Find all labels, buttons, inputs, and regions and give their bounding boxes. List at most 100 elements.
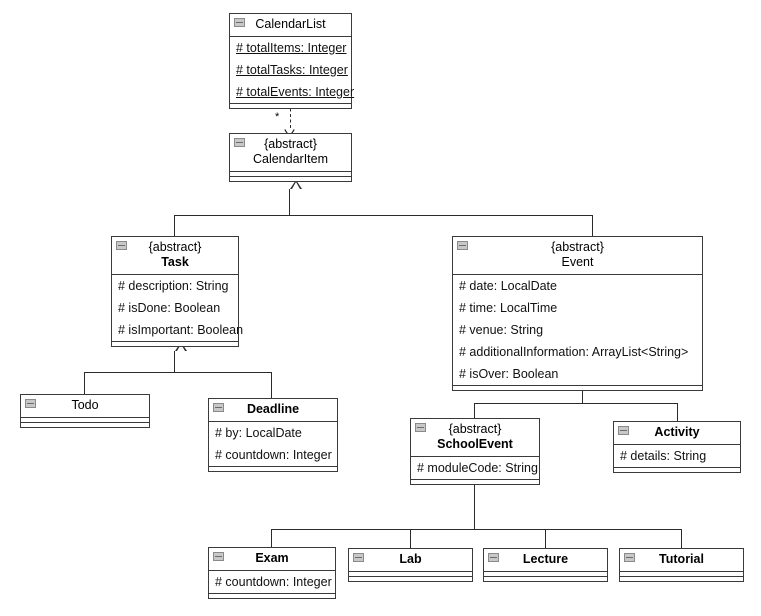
generalization-line-event-bus bbox=[474, 403, 678, 404]
class-name-label: SchoolEvent bbox=[437, 437, 513, 451]
class-attribute: # additionalInformation: ArrayList<Strin… bbox=[459, 345, 689, 359]
class-name-label: Event bbox=[561, 255, 594, 269]
class-icon bbox=[116, 241, 127, 250]
generalization-line-lab-drop bbox=[410, 529, 411, 548]
class-icon bbox=[415, 423, 426, 432]
class-methods-compartment bbox=[411, 479, 539, 484]
class-methods-compartment bbox=[614, 467, 740, 472]
class-attributes-task: # description: String # isDone: Boolean … bbox=[112, 274, 244, 341]
class-stereotype-label: {abstract} bbox=[448, 422, 502, 436]
class-icon bbox=[618, 426, 629, 435]
generalization-line-event-drop bbox=[592, 215, 593, 236]
class-attribute: # countdown: Integer bbox=[215, 448, 332, 462]
class-name-label: Activity bbox=[654, 425, 700, 439]
class-header-lecture: Lecture bbox=[484, 549, 607, 571]
multiplicity-label-calendarlist: * bbox=[275, 111, 280, 123]
generalization-line-calendaritem-bus bbox=[174, 215, 593, 216]
uml-class-diagram-canvas: * CalendarList # totalItems: Integer # t… bbox=[0, 0, 761, 616]
class-attribute: # totalEvents: Integer bbox=[236, 85, 355, 99]
generalization-line-schoolevent-stem bbox=[474, 484, 475, 529]
uml-class-tutorial[interactable]: Tutorial bbox=[619, 548, 744, 582]
class-name-label: Lab bbox=[399, 552, 422, 566]
uml-class-schoolevent[interactable]: {abstract} SchoolEvent # moduleCode: Str… bbox=[410, 418, 540, 485]
generalization-line-tutorial-drop bbox=[681, 529, 682, 548]
class-attributes-schoolevent: # moduleCode: String bbox=[411, 456, 539, 479]
class-attribute: # isDone: Boolean bbox=[118, 301, 221, 315]
generalization-line-schoolevent-bus bbox=[271, 529, 681, 530]
uml-class-lecture[interactable]: Lecture bbox=[483, 548, 608, 582]
class-attribute: # details: String bbox=[620, 449, 707, 463]
uml-class-activity[interactable]: Activity # details: String bbox=[613, 421, 741, 473]
class-name-label: Lecture bbox=[522, 552, 569, 566]
class-methods-compartment bbox=[209, 593, 335, 598]
class-header-calendarlist: CalendarList bbox=[230, 14, 351, 36]
class-attribute: # totalTasks: Integer bbox=[236, 63, 348, 77]
class-icon bbox=[457, 241, 468, 250]
class-icon bbox=[353, 553, 364, 562]
class-attributes-event: # date: LocalDate # time: LocalTime # ve… bbox=[453, 274, 702, 385]
uml-class-calendarlist[interactable]: CalendarList # totalItems: Integer # tot… bbox=[229, 13, 355, 109]
class-name-label: Tutorial bbox=[659, 552, 704, 566]
class-attribute: # description: String bbox=[118, 279, 229, 293]
class-attributes-activity: # details: String bbox=[614, 444, 740, 467]
class-header-exam: Exam bbox=[209, 548, 335, 570]
generalization-line-schoolevent-drop bbox=[474, 403, 475, 418]
uml-class-event[interactable]: {abstract} Event # date: LocalDate # tim… bbox=[452, 236, 703, 391]
class-methods-compartment bbox=[349, 576, 472, 581]
class-header-task: {abstract} Task bbox=[112, 237, 238, 274]
class-attribute: # moduleCode: String bbox=[417, 461, 538, 475]
class-attribute: # totalItems: Integer bbox=[236, 41, 347, 55]
class-attributes-deadline: # by: LocalDate # countdown: Integer bbox=[209, 421, 337, 466]
uml-class-exam[interactable]: Exam # countdown: Integer bbox=[208, 547, 336, 599]
class-methods-compartment bbox=[484, 576, 607, 581]
class-stereotype-label: {abstract} bbox=[264, 137, 317, 151]
generalization-line-deadline-drop bbox=[271, 372, 272, 398]
class-stereotype-label: {abstract} bbox=[551, 240, 604, 254]
class-name-label: Todo bbox=[71, 398, 99, 412]
class-attribute: # isImportant: Boolean bbox=[118, 323, 244, 337]
class-header-tutorial: Tutorial bbox=[620, 549, 743, 571]
class-methods-compartment bbox=[21, 422, 149, 427]
class-attribute: # date: LocalDate bbox=[459, 279, 557, 293]
uml-class-deadline[interactable]: Deadline # by: LocalDate # countdown: In… bbox=[208, 398, 338, 472]
class-name-label: CalendarItem bbox=[252, 152, 329, 166]
class-icon bbox=[234, 138, 245, 147]
class-attribute: # by: LocalDate bbox=[215, 426, 302, 440]
class-header-event: {abstract} Event bbox=[453, 237, 702, 274]
class-attribute: # time: LocalTime bbox=[459, 301, 558, 315]
class-header-lab: Lab bbox=[349, 549, 472, 571]
class-header-deadline: Deadline bbox=[209, 399, 337, 421]
class-methods-compartment bbox=[453, 385, 702, 390]
class-methods-compartment bbox=[230, 176, 351, 181]
class-name-label: Deadline bbox=[246, 402, 300, 416]
generalization-line-exam-drop bbox=[271, 529, 272, 548]
generalization-line-lecture-drop bbox=[545, 529, 546, 548]
generalization-line-todo-drop bbox=[84, 372, 85, 394]
class-attributes-calendarlist: # totalItems: Integer # totalTasks: Inte… bbox=[230, 36, 355, 103]
uml-class-calendaritem[interactable]: {abstract} CalendarItem bbox=[229, 133, 352, 182]
class-stereotype-label: {abstract} bbox=[148, 240, 202, 254]
class-name-label: CalendarList bbox=[255, 17, 326, 31]
class-icon bbox=[213, 552, 224, 561]
class-attribute: # venue: String bbox=[459, 323, 544, 337]
class-header-calendaritem: {abstract} CalendarItem bbox=[230, 134, 351, 171]
class-header-schoolevent: {abstract} SchoolEvent bbox=[411, 419, 539, 456]
class-name-label: Exam bbox=[255, 551, 289, 565]
class-icon bbox=[25, 399, 36, 408]
class-attribute: # isOver: Boolean bbox=[459, 367, 559, 381]
class-methods-compartment bbox=[620, 576, 743, 581]
generalization-line-task-stem bbox=[174, 351, 175, 372]
uml-class-todo[interactable]: Todo bbox=[20, 394, 150, 428]
class-icon bbox=[488, 553, 499, 562]
uml-class-lab[interactable]: Lab bbox=[348, 548, 473, 582]
generalization-line-calendaritem-stem bbox=[289, 189, 290, 215]
class-icon bbox=[624, 553, 635, 562]
class-methods-compartment bbox=[209, 466, 337, 471]
class-attribute: # countdown: Integer bbox=[215, 575, 332, 589]
generalization-line-task-bus bbox=[84, 372, 272, 373]
generalization-line-task-drop bbox=[174, 215, 175, 236]
uml-class-task[interactable]: {abstract} Task # description: String # … bbox=[111, 236, 244, 347]
class-attributes-exam: # countdown: Integer bbox=[209, 570, 335, 593]
class-icon bbox=[213, 403, 224, 412]
class-header-activity: Activity bbox=[614, 422, 740, 444]
